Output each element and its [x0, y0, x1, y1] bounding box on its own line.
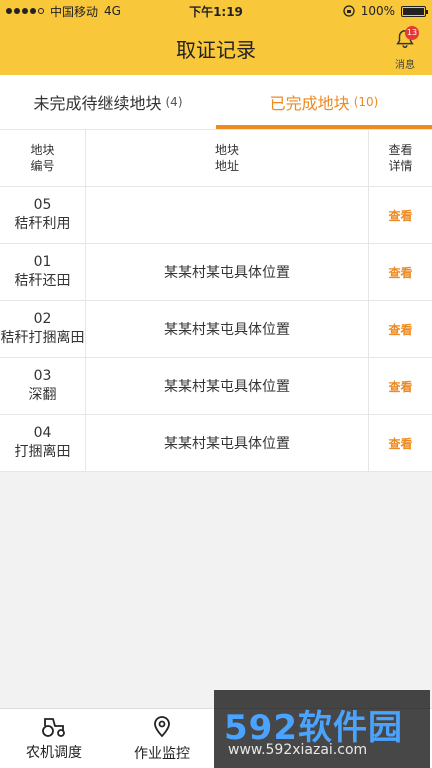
plot-type: 秸秆还田: [14, 273, 71, 289]
message-badge: 13: [405, 26, 419, 40]
tab-completed[interactable]: 已完成地块 (10): [216, 75, 432, 129]
header-text: 地块: [214, 143, 239, 157]
plot-number: 04: [33, 425, 52, 441]
plot-type: 打捆离田: [14, 444, 71, 460]
rotation-lock-icon: [343, 5, 355, 17]
view-details-cell: 查看: [369, 187, 432, 243]
plot-number: 01: [33, 254, 52, 270]
view-details-cell: 查看: [369, 358, 432, 414]
tractor-icon: [42, 717, 65, 737]
plot-number-cell: 04 打捆离田: [0, 415, 86, 471]
view-details-link[interactable]: 查看: [388, 264, 412, 281]
header-text: 地址: [214, 159, 239, 173]
plot-address: 某某村某屯具体位置: [86, 244, 369, 300]
signal-icon: [6, 8, 44, 14]
view-details-link[interactable]: 查看: [388, 435, 412, 452]
carrier-label: 中国移动: [50, 4, 99, 19]
view-details-link[interactable]: 查看: [388, 321, 412, 338]
battery-percent: 100%: [360, 4, 395, 18]
status-left: 中国移动 4G: [6, 3, 156, 20]
tab-incomplete-label: 未完成待继续地块: [33, 94, 162, 113]
nav-machinery-dispatch[interactable]: 农机调度: [0, 709, 108, 768]
plot-address: 某某村某屯具体位置: [86, 358, 369, 414]
status-right: 100%: [276, 4, 428, 18]
location-pin-icon: [154, 715, 170, 737]
table-row: 02 秸秆打捆离田 某某村某屯具体位置 查看: [0, 301, 432, 358]
view-details-cell: 查看: [369, 301, 432, 357]
view-details-link[interactable]: 查看: [388, 378, 412, 395]
watermark-url: www.592xiazai.com: [228, 742, 368, 758]
tab-incomplete[interactable]: 未完成待继续地块 (4): [0, 75, 216, 129]
status-bar: 中国移动 4G 下午1:19 100%: [0, 0, 432, 22]
nav-machinery-dispatch-label: 农机调度: [26, 744, 82, 761]
app-header: 中国移动 4G 下午1:19 100% 取证记录 13 消息: [0, 0, 432, 75]
plot-address: [86, 187, 369, 243]
table-row: 03 深翻 某某村某屯具体位置 查看: [0, 358, 432, 415]
plot-table: 地块 编号 地块 地址 查看 详情 05 秸秆利用 查看 01 秸秆还田 某某村…: [0, 130, 432, 472]
plot-number: 05: [33, 197, 52, 213]
table-header: 地块 编号 地块 地址 查看 详情: [0, 130, 432, 187]
plot-number-cell: 01 秸秆还田: [0, 244, 86, 300]
message-button[interactable]: 13 消息: [390, 26, 420, 71]
header-text: 编号: [30, 159, 55, 173]
tab-completed-count: (10): [353, 95, 379, 109]
network-label: 4G: [104, 4, 121, 18]
plot-address: 某某村某屯具体位置: [86, 301, 369, 357]
nav-work-monitoring-label: 作业监控: [134, 745, 190, 762]
message-label: 消息: [395, 60, 415, 71]
tab-completed-label: 已完成地块: [269, 94, 350, 113]
view-details-link[interactable]: 查看: [388, 207, 412, 224]
plot-type: 秸秆打捆离田: [0, 330, 85, 346]
battery-icon: [401, 5, 428, 17]
tab-bar: 未完成待继续地块 (4) 已完成地块 (10): [0, 75, 432, 130]
plot-number-cell: 02 秸秆打捆离田: [0, 301, 86, 357]
header-text: 详情: [388, 159, 413, 173]
plot-type: 秸秆利用: [14, 216, 71, 232]
header-text: 地块: [30, 143, 55, 157]
header-plot-address: 地块 地址: [86, 130, 369, 186]
header-text: 查看: [388, 143, 413, 157]
tab-incomplete-count: (4): [165, 95, 183, 109]
page-title: 取证记录: [176, 38, 256, 62]
table-row: 04 打捆离田 某某村某屯具体位置 查看: [0, 415, 432, 472]
table-row: 01 秸秆还田 某某村某屯具体位置 查看: [0, 244, 432, 301]
header-details: 查看 详情: [369, 130, 432, 186]
plot-number: 03: [33, 368, 52, 384]
plot-number-cell: 05 秸秆利用: [0, 187, 86, 243]
view-details-cell: 查看: [369, 244, 432, 300]
status-time: 下午1:19: [189, 4, 243, 19]
nav-work-monitoring[interactable]: 作业监控: [108, 709, 216, 768]
view-details-cell: 查看: [369, 415, 432, 471]
plot-type: 深翻: [28, 387, 57, 403]
watermark: 592软件园 www.592xiazai.com: [214, 690, 430, 768]
plot-number: 02: [33, 311, 52, 327]
header-plot-number: 地块 编号: [0, 130, 86, 186]
plot-number-cell: 03 深翻: [0, 358, 86, 414]
plot-address: 某某村某屯具体位置: [86, 415, 369, 471]
table-row: 05 秸秆利用 查看: [0, 187, 432, 244]
